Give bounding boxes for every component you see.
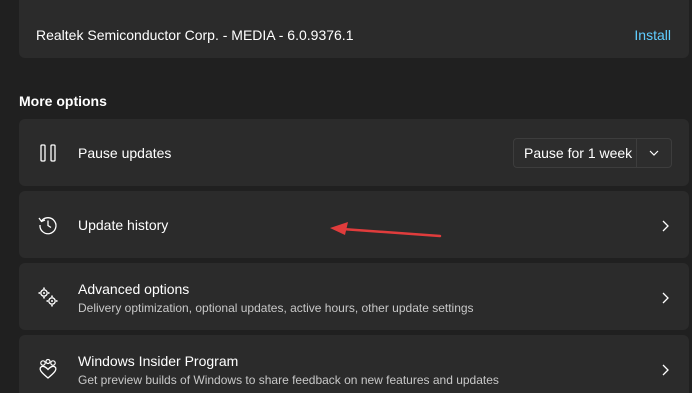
install-link[interactable]: Install (634, 27, 671, 43)
chevron-right-icon (659, 219, 671, 231)
advanced-options-subtitle: Delivery optimization, optional updates,… (78, 301, 474, 315)
chevron-right-icon (659, 291, 671, 303)
advanced-options-row[interactable]: Advanced options Delivery optimization, … (19, 263, 689, 330)
windows-insider-row[interactable]: Windows Insider Program Get preview buil… (19, 335, 689, 393)
annotation-arrow-icon (330, 222, 442, 238)
section-title-more-options: More options (19, 93, 107, 109)
chevron-down-icon[interactable] (637, 139, 671, 167)
pause-updates-title: Pause updates (78, 144, 172, 161)
windows-insider-subtitle: Get preview builds of Windows to share f… (78, 373, 499, 387)
pause-duration-value: Pause for 1 week (524, 145, 633, 161)
pause-updates-row: Pause updates Pause for 1 week (19, 119, 689, 186)
advanced-options-title: Advanced options (78, 281, 190, 297)
chevron-right-icon (659, 363, 671, 375)
driver-update-card: Realtek Semiconductor Corp. - MEDIA - 6.… (19, 0, 689, 58)
windows-update-settings-page: Realtek Semiconductor Corp. - MEDIA - 6.… (0, 0, 692, 393)
history-icon (37, 214, 59, 236)
update-history-title: Update history (78, 216, 169, 233)
gears-icon (37, 286, 59, 308)
driver-update-name: Realtek Semiconductor Corp. - MEDIA - 6.… (36, 27, 354, 43)
pause-duration-dropdown[interactable]: Pause for 1 week (513, 138, 672, 168)
insider-icon (37, 358, 59, 380)
pause-icon (37, 142, 59, 164)
windows-insider-title: Windows Insider Program (78, 353, 239, 369)
